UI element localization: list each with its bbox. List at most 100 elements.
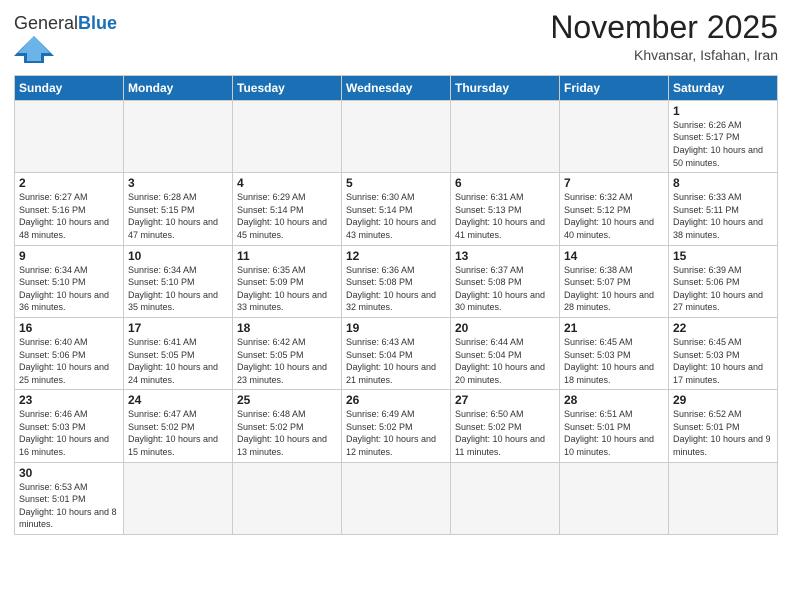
calendar-week-row: 16Sunrise: 6:40 AMSunset: 5:06 PMDayligh… xyxy=(15,317,778,389)
calendar-cell: 19Sunrise: 6:43 AMSunset: 5:04 PMDayligh… xyxy=(342,317,451,389)
day-number: 18 xyxy=(237,321,337,335)
day-number: 20 xyxy=(455,321,555,335)
logo: GeneralBlue xyxy=(14,14,117,69)
day-info: Sunrise: 6:34 AMSunset: 5:10 PMDaylight:… xyxy=(128,264,228,314)
calendar-week-row: 30Sunrise: 6:53 AMSunset: 5:01 PMDayligh… xyxy=(15,462,778,534)
day-number: 23 xyxy=(19,393,119,407)
day-info: Sunrise: 6:39 AMSunset: 5:06 PMDaylight:… xyxy=(673,264,773,314)
day-info: Sunrise: 6:32 AMSunset: 5:12 PMDaylight:… xyxy=(564,191,664,241)
day-number: 14 xyxy=(564,249,664,263)
day-number: 29 xyxy=(673,393,773,407)
day-number: 21 xyxy=(564,321,664,335)
day-info: Sunrise: 6:48 AMSunset: 5:02 PMDaylight:… xyxy=(237,408,337,458)
title-block: November 2025 Khvansar, Isfahan, Iran xyxy=(550,10,778,63)
calendar-week-row: 23Sunrise: 6:46 AMSunset: 5:03 PMDayligh… xyxy=(15,390,778,462)
calendar: Sunday Monday Tuesday Wednesday Thursday… xyxy=(14,75,778,535)
logo-text: GeneralBlue xyxy=(14,14,117,34)
day-info: Sunrise: 6:30 AMSunset: 5:14 PMDaylight:… xyxy=(346,191,446,241)
day-info: Sunrise: 6:47 AMSunset: 5:02 PMDaylight:… xyxy=(128,408,228,458)
day-number: 7 xyxy=(564,176,664,190)
calendar-cell xyxy=(451,100,560,172)
day-info: Sunrise: 6:37 AMSunset: 5:08 PMDaylight:… xyxy=(455,264,555,314)
calendar-cell: 2Sunrise: 6:27 AMSunset: 5:16 PMDaylight… xyxy=(15,173,124,245)
calendar-cell: 30Sunrise: 6:53 AMSunset: 5:01 PMDayligh… xyxy=(15,462,124,534)
calendar-cell: 16Sunrise: 6:40 AMSunset: 5:06 PMDayligh… xyxy=(15,317,124,389)
calendar-cell xyxy=(451,462,560,534)
day-number: 6 xyxy=(455,176,555,190)
calendar-cell: 5Sunrise: 6:30 AMSunset: 5:14 PMDaylight… xyxy=(342,173,451,245)
day-info: Sunrise: 6:41 AMSunset: 5:05 PMDaylight:… xyxy=(128,336,228,386)
col-tuesday: Tuesday xyxy=(233,75,342,100)
day-info: Sunrise: 6:53 AMSunset: 5:01 PMDaylight:… xyxy=(19,481,119,531)
day-number: 15 xyxy=(673,249,773,263)
calendar-cell xyxy=(124,462,233,534)
day-info: Sunrise: 6:28 AMSunset: 5:15 PMDaylight:… xyxy=(128,191,228,241)
calendar-cell xyxy=(233,100,342,172)
calendar-cell: 15Sunrise: 6:39 AMSunset: 5:06 PMDayligh… xyxy=(669,245,778,317)
calendar-cell: 22Sunrise: 6:45 AMSunset: 5:03 PMDayligh… xyxy=(669,317,778,389)
calendar-body: 1Sunrise: 6:26 AMSunset: 5:17 PMDaylight… xyxy=(15,100,778,534)
calendar-cell: 23Sunrise: 6:46 AMSunset: 5:03 PMDayligh… xyxy=(15,390,124,462)
day-number: 24 xyxy=(128,393,228,407)
col-monday: Monday xyxy=(124,75,233,100)
day-info: Sunrise: 6:31 AMSunset: 5:13 PMDaylight:… xyxy=(455,191,555,241)
col-saturday: Saturday xyxy=(669,75,778,100)
calendar-cell: 12Sunrise: 6:36 AMSunset: 5:08 PMDayligh… xyxy=(342,245,451,317)
calendar-cell: 25Sunrise: 6:48 AMSunset: 5:02 PMDayligh… xyxy=(233,390,342,462)
calendar-cell xyxy=(342,100,451,172)
calendar-cell: 9Sunrise: 6:34 AMSunset: 5:10 PMDaylight… xyxy=(15,245,124,317)
day-info: Sunrise: 6:40 AMSunset: 5:06 PMDaylight:… xyxy=(19,336,119,386)
col-friday: Friday xyxy=(560,75,669,100)
day-number: 13 xyxy=(455,249,555,263)
day-info: Sunrise: 6:45 AMSunset: 5:03 PMDaylight:… xyxy=(673,336,773,386)
day-number: 11 xyxy=(237,249,337,263)
day-number: 17 xyxy=(128,321,228,335)
calendar-cell: 24Sunrise: 6:47 AMSunset: 5:02 PMDayligh… xyxy=(124,390,233,462)
day-info: Sunrise: 6:36 AMSunset: 5:08 PMDaylight:… xyxy=(346,264,446,314)
month-title: November 2025 xyxy=(550,10,778,45)
day-number: 10 xyxy=(128,249,228,263)
day-number: 19 xyxy=(346,321,446,335)
day-number: 4 xyxy=(237,176,337,190)
day-number: 28 xyxy=(564,393,664,407)
calendar-cell xyxy=(233,462,342,534)
calendar-cell: 4Sunrise: 6:29 AMSunset: 5:14 PMDaylight… xyxy=(233,173,342,245)
day-info: Sunrise: 6:33 AMSunset: 5:11 PMDaylight:… xyxy=(673,191,773,241)
calendar-cell: 21Sunrise: 6:45 AMSunset: 5:03 PMDayligh… xyxy=(560,317,669,389)
day-number: 1 xyxy=(673,104,773,118)
calendar-cell xyxy=(560,462,669,534)
col-thursday: Thursday xyxy=(451,75,560,100)
day-number: 30 xyxy=(19,466,119,480)
calendar-cell: 8Sunrise: 6:33 AMSunset: 5:11 PMDaylight… xyxy=(669,173,778,245)
day-number: 5 xyxy=(346,176,446,190)
day-info: Sunrise: 6:34 AMSunset: 5:10 PMDaylight:… xyxy=(19,264,119,314)
day-info: Sunrise: 6:43 AMSunset: 5:04 PMDaylight:… xyxy=(346,336,446,386)
col-wednesday: Wednesday xyxy=(342,75,451,100)
calendar-cell xyxy=(669,462,778,534)
day-info: Sunrise: 6:49 AMSunset: 5:02 PMDaylight:… xyxy=(346,408,446,458)
day-info: Sunrise: 6:26 AMSunset: 5:17 PMDaylight:… xyxy=(673,119,773,169)
calendar-cell: 18Sunrise: 6:42 AMSunset: 5:05 PMDayligh… xyxy=(233,317,342,389)
calendar-cell: 3Sunrise: 6:28 AMSunset: 5:15 PMDaylight… xyxy=(124,173,233,245)
calendar-cell: 28Sunrise: 6:51 AMSunset: 5:01 PMDayligh… xyxy=(560,390,669,462)
day-number: 27 xyxy=(455,393,555,407)
calendar-cell: 11Sunrise: 6:35 AMSunset: 5:09 PMDayligh… xyxy=(233,245,342,317)
calendar-cell xyxy=(342,462,451,534)
day-info: Sunrise: 6:29 AMSunset: 5:14 PMDaylight:… xyxy=(237,191,337,241)
calendar-cell: 20Sunrise: 6:44 AMSunset: 5:04 PMDayligh… xyxy=(451,317,560,389)
calendar-cell: 10Sunrise: 6:34 AMSunset: 5:10 PMDayligh… xyxy=(124,245,233,317)
calendar-cell: 14Sunrise: 6:38 AMSunset: 5:07 PMDayligh… xyxy=(560,245,669,317)
day-number: 8 xyxy=(673,176,773,190)
calendar-cell: 6Sunrise: 6:31 AMSunset: 5:13 PMDaylight… xyxy=(451,173,560,245)
calendar-cell: 7Sunrise: 6:32 AMSunset: 5:12 PMDaylight… xyxy=(560,173,669,245)
page: GeneralBlue November 2025 Khvansar, Isfa… xyxy=(0,0,792,612)
calendar-cell xyxy=(15,100,124,172)
calendar-week-row: 1Sunrise: 6:26 AMSunset: 5:17 PMDaylight… xyxy=(15,100,778,172)
day-number: 2 xyxy=(19,176,119,190)
day-number: 26 xyxy=(346,393,446,407)
calendar-header-row: Sunday Monday Tuesday Wednesday Thursday… xyxy=(15,75,778,100)
day-number: 12 xyxy=(346,249,446,263)
day-info: Sunrise: 6:44 AMSunset: 5:04 PMDaylight:… xyxy=(455,336,555,386)
calendar-cell: 1Sunrise: 6:26 AMSunset: 5:17 PMDaylight… xyxy=(669,100,778,172)
calendar-cell: 26Sunrise: 6:49 AMSunset: 5:02 PMDayligh… xyxy=(342,390,451,462)
